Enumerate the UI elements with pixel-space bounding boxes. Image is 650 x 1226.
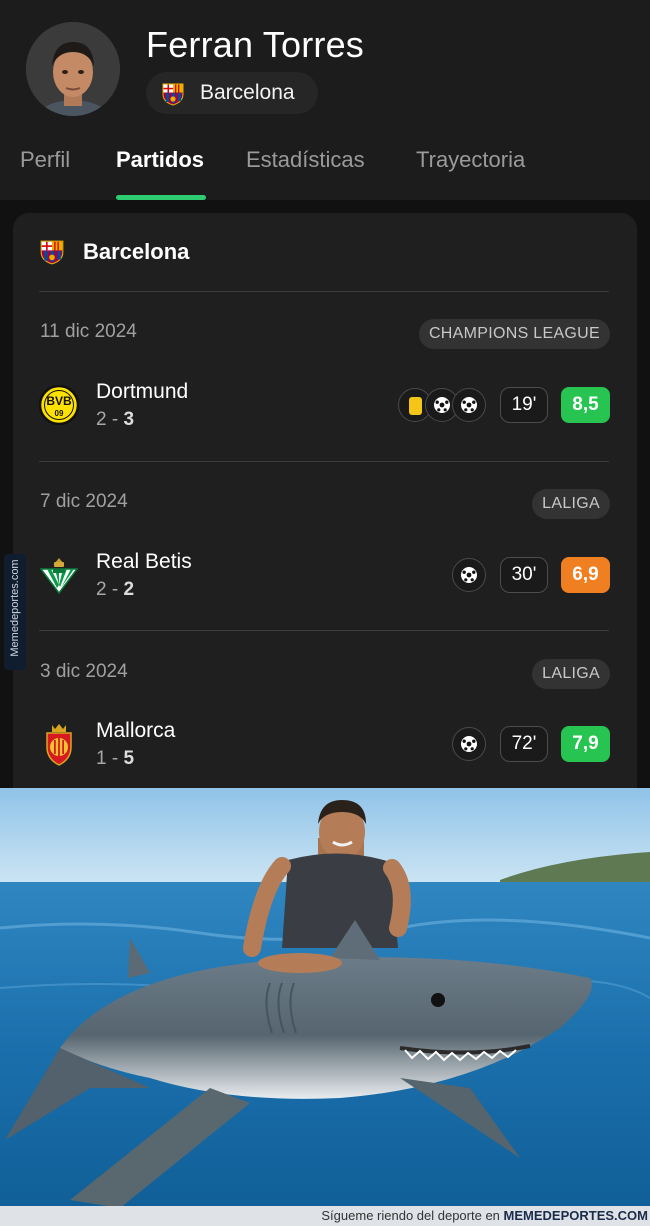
minutes-played: 19' <box>500 387 548 423</box>
minutes-played: 30' <box>500 557 548 593</box>
divider <box>39 461 609 462</box>
competition-badge: LALIGA <box>532 489 610 519</box>
goal-icon <box>452 388 486 422</box>
tab-estadisticas[interactable]: Estadísticas <box>246 147 365 173</box>
tab-partidos[interactable]: Partidos <box>116 147 204 173</box>
mallorca-logo-icon <box>39 723 79 766</box>
opponent-name: Real Betis <box>96 550 192 573</box>
match-score: 2 - 2 <box>96 579 135 600</box>
tab-trayectoria[interactable]: Trayectoria <box>416 147 525 173</box>
club-name: Barcelona <box>200 81 295 104</box>
side-watermark-text: Memedeportes.com <box>9 559 21 657</box>
match-date: 11 dic 2024 <box>40 321 137 342</box>
side-watermark: Memedeportes.com <box>4 554 26 670</box>
divider <box>39 291 609 292</box>
barcelona-crest-icon <box>39 239 65 270</box>
opponent-name: Dortmund <box>96 380 189 403</box>
footer-watermark: Sígueme riendo del deporte en MEMEDEPORT… <box>0 1206 650 1226</box>
barcelona-crest-icon <box>162 82 184 111</box>
match-score: 2 - 3 <box>96 409 135 430</box>
player-name: Ferran Torres <box>146 24 365 65</box>
goal-icon <box>452 558 486 592</box>
competition-badge: LALIGA <box>532 659 610 689</box>
opponent-name: Mallorca <box>96 719 176 742</box>
active-tab-indicator <box>116 195 206 200</box>
match-score: 1 - 5 <box>96 748 135 769</box>
competition-badge: CHAMPIONS LEAGUE <box>418 319 610 349</box>
club-chip[interactable]: Barcelona <box>146 72 318 114</box>
matches-card: Barcelona 11 dic 2024 CHAMPIONS LEAGUE B… <box>13 213 637 813</box>
match-rating: 8,5 <box>561 387 610 423</box>
meme-photo <box>0 788 650 1226</box>
match-date: 7 dic 2024 <box>40 491 128 512</box>
player-avatar[interactable] <box>26 22 120 116</box>
goal-icon <box>452 727 486 761</box>
card-team-title: Barcelona <box>83 239 190 264</box>
divider <box>39 630 609 631</box>
tab-perfil[interactable]: Perfil <box>20 147 70 173</box>
real-betis-logo-icon <box>39 555 79 595</box>
match-rating: 7,9 <box>561 726 610 762</box>
dortmund-logo-icon: BVB 09 <box>38 384 80 426</box>
match-rating: 6,9 <box>561 557 610 593</box>
svg-text:09: 09 <box>55 409 64 418</box>
svg-text:BVB: BVB <box>46 394 72 408</box>
profile-header: Ferran Torres Barcelona Perfil Partidos … <box>0 0 650 200</box>
minutes-played: 72' <box>500 726 548 762</box>
match-date: 3 dic 2024 <box>40 661 128 682</box>
footer-watermark-text: Sígueme riendo del deporte en MEMEDEPORT… <box>321 1208 648 1223</box>
